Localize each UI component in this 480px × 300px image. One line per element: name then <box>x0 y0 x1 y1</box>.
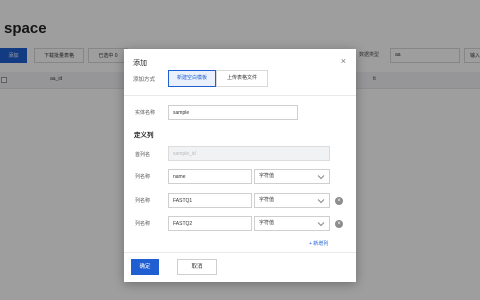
column-type-select[interactable]: 字符值 <box>254 216 330 231</box>
remove-column-icon[interactable]: × <box>335 197 343 205</box>
column-type-value: 字符值 <box>259 220 275 226</box>
entity-name-label: 实体名称 <box>135 110 156 116</box>
method-label: 添加方式 <box>133 77 156 83</box>
entity-name-input[interactable] <box>168 105 298 120</box>
chevron-down-icon <box>317 175 325 180</box>
column-type-select[interactable]: 字符值 <box>254 169 330 184</box>
column-name-label: 列名称 <box>135 221 151 227</box>
column-name-input[interactable] <box>168 216 252 231</box>
add-entity-dialog: 添加 × 添加方式 新建空白模板 上传表格文件 实体名称 定义列 首列名 列名称… <box>124 49 356 282</box>
define-columns-title: 定义列 <box>134 132 154 139</box>
column-name-label: 列名称 <box>135 174 151 180</box>
remove-column-icon[interactable]: × <box>335 220 343 228</box>
tab-upload-file[interactable]: 上传表格文件 <box>216 70 268 87</box>
confirm-button[interactable]: 确定 <box>131 259 159 275</box>
column-type-select[interactable]: 字符值 <box>254 193 330 208</box>
footer-divider <box>124 252 356 253</box>
cancel-button[interactable]: 取消 <box>177 259 217 275</box>
tab-new-blank-template[interactable]: 新建空白模板 <box>168 70 216 87</box>
dialog-header: 添加 × 添加方式 新建空白模板 上传表格文件 <box>124 49 356 97</box>
column-type-value: 字符值 <box>259 173 275 179</box>
dialog-title: 添加 <box>133 60 147 67</box>
chevron-down-icon <box>317 222 325 227</box>
id-column-input <box>168 146 330 161</box>
chevron-down-icon <box>317 199 325 204</box>
close-icon[interactable]: × <box>341 57 346 66</box>
header-divider <box>124 95 356 96</box>
column-name-label: 列名称 <box>135 198 151 204</box>
column-name-input[interactable] <box>168 193 252 208</box>
column-name-input[interactable] <box>168 169 252 184</box>
column-type-value: 字符值 <box>259 197 275 203</box>
add-column-link[interactable]: + 新增列 <box>309 240 328 247</box>
id-column-label: 首列名 <box>135 152 151 158</box>
